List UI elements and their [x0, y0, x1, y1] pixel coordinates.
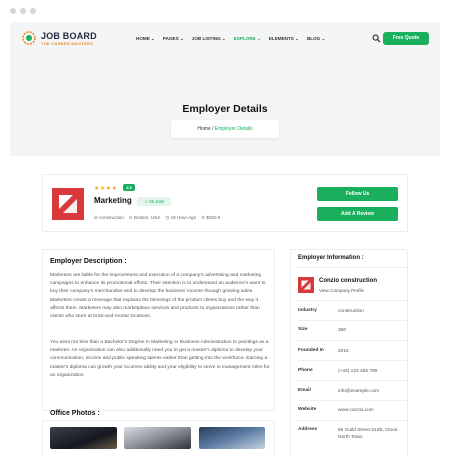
window-dot-maximize[interactable] [30, 8, 36, 14]
divider [298, 380, 408, 381]
employer-name: Conzio construction [319, 278, 377, 284]
employer-logo-icon [298, 277, 314, 293]
rating-stars-icon: ★★★★ [94, 186, 118, 192]
divider [298, 400, 408, 401]
view-company-profile-link[interactable]: View Company Profile [319, 288, 364, 293]
info-key: Size [298, 327, 308, 332]
meta-salary: ≋ $250 K [201, 215, 221, 220]
company-name[interactable]: Marketing [94, 196, 132, 205]
nav-item-explore[interactable]: EXPLORE ⌄ [234, 36, 261, 42]
divider [298, 267, 408, 268]
company-meta: ⊘ construction ⊙ Boston, USA ◷ 19 Hour A… [94, 215, 221, 221]
follow-us-button[interactable]: Follow Us [317, 187, 398, 201]
search-icon[interactable] [372, 34, 381, 43]
info-value: 2018 [338, 349, 349, 354]
nav-item-pages[interactable]: PAGES ⌄ [163, 36, 184, 42]
page-frame: JOB BOARD THE CAREER MASTERS HOME ⌄ PAGE… [10, 22, 440, 456]
office-photos-heading: Office Photos : [50, 410, 100, 417]
rating-badge: 4.6 [123, 184, 135, 191]
info-key: Email [298, 388, 311, 393]
description-paragraph-1: Marketers are liable for the improvement… [50, 273, 266, 320]
nav-item-home[interactable]: HOME ⌄ [136, 36, 155, 42]
info-value[interactable]: info@example.com [338, 388, 408, 395]
breadcrumb-home[interactable]: Home [197, 126, 210, 132]
divider [298, 360, 408, 361]
info-key: Phone [298, 368, 313, 373]
employer-info-heading: Employer Information : [298, 255, 364, 261]
site-header: JOB BOARD THE CAREER MASTERS HOME ⌄ PAGE… [10, 22, 440, 56]
brand-subtitle: THE CAREER MASTERS [41, 41, 94, 46]
meta-posted: ◷ 19 Hour Ago [165, 215, 197, 220]
info-value: construction [338, 309, 364, 314]
divider [298, 340, 408, 341]
office-photo-1[interactable] [50, 427, 117, 449]
info-key: Website [298, 407, 317, 412]
jobs-count-badge[interactable]: ☺ 56 Jobs [137, 197, 171, 206]
info-value: 350 [338, 328, 347, 333]
info-value: (+44) 123 456 789 [338, 369, 378, 374]
info-key: Address [298, 427, 318, 432]
description-paragraph-2: You want not less than a Bachelor's Degr… [50, 340, 270, 378]
info-value: 66 Guild Street 512B, Great North Town. [338, 428, 398, 440]
page-hero: Employer Details Home / Employer Details [10, 56, 440, 156]
company-logo [52, 188, 84, 220]
breadcrumb: Home / Employer Details [171, 120, 279, 138]
meta-industry: ⊘ construction [94, 215, 124, 220]
browser-chrome [0, 0, 450, 22]
nav-item-job-listing[interactable]: JOB LISTING ⌄ [192, 36, 226, 42]
divider [298, 420, 408, 421]
divider [298, 320, 408, 321]
breadcrumb-separator: / [212, 126, 214, 132]
nav-item-blog[interactable]: BLOG ⌄ [307, 36, 325, 42]
window-dot-close[interactable] [10, 8, 16, 14]
add-review-button[interactable]: Add A Review [317, 207, 398, 221]
description-heading: Employer Description : [50, 258, 127, 265]
info-key: Founded In [298, 348, 324, 353]
nav-item-elements[interactable]: ELEMENTS ⌄ [269, 36, 299, 42]
page-title: Employer Details [182, 103, 268, 115]
free-quote-button[interactable]: Free Quote [383, 32, 429, 45]
divider [298, 300, 408, 301]
logo-icon[interactable] [22, 31, 36, 45]
window-dot-minimize[interactable] [20, 8, 26, 14]
main-nav: HOME ⌄ PAGES ⌄ JOB LISTING ⌄ EXPLORE ⌄ E… [136, 36, 325, 42]
breadcrumb-current: Employer Details [214, 126, 253, 132]
brand-title[interactable]: JOB BOARD [41, 31, 97, 41]
meta-location: ⊙ Boston, USA [128, 215, 161, 220]
office-photo-2[interactable] [124, 427, 191, 449]
company-logo-icon [52, 188, 84, 220]
employer-logo [298, 277, 314, 293]
info-value[interactable]: www.conzio.com [338, 407, 408, 414]
office-photo-3[interactable] [199, 427, 265, 449]
info-key: Industry [298, 308, 317, 313]
